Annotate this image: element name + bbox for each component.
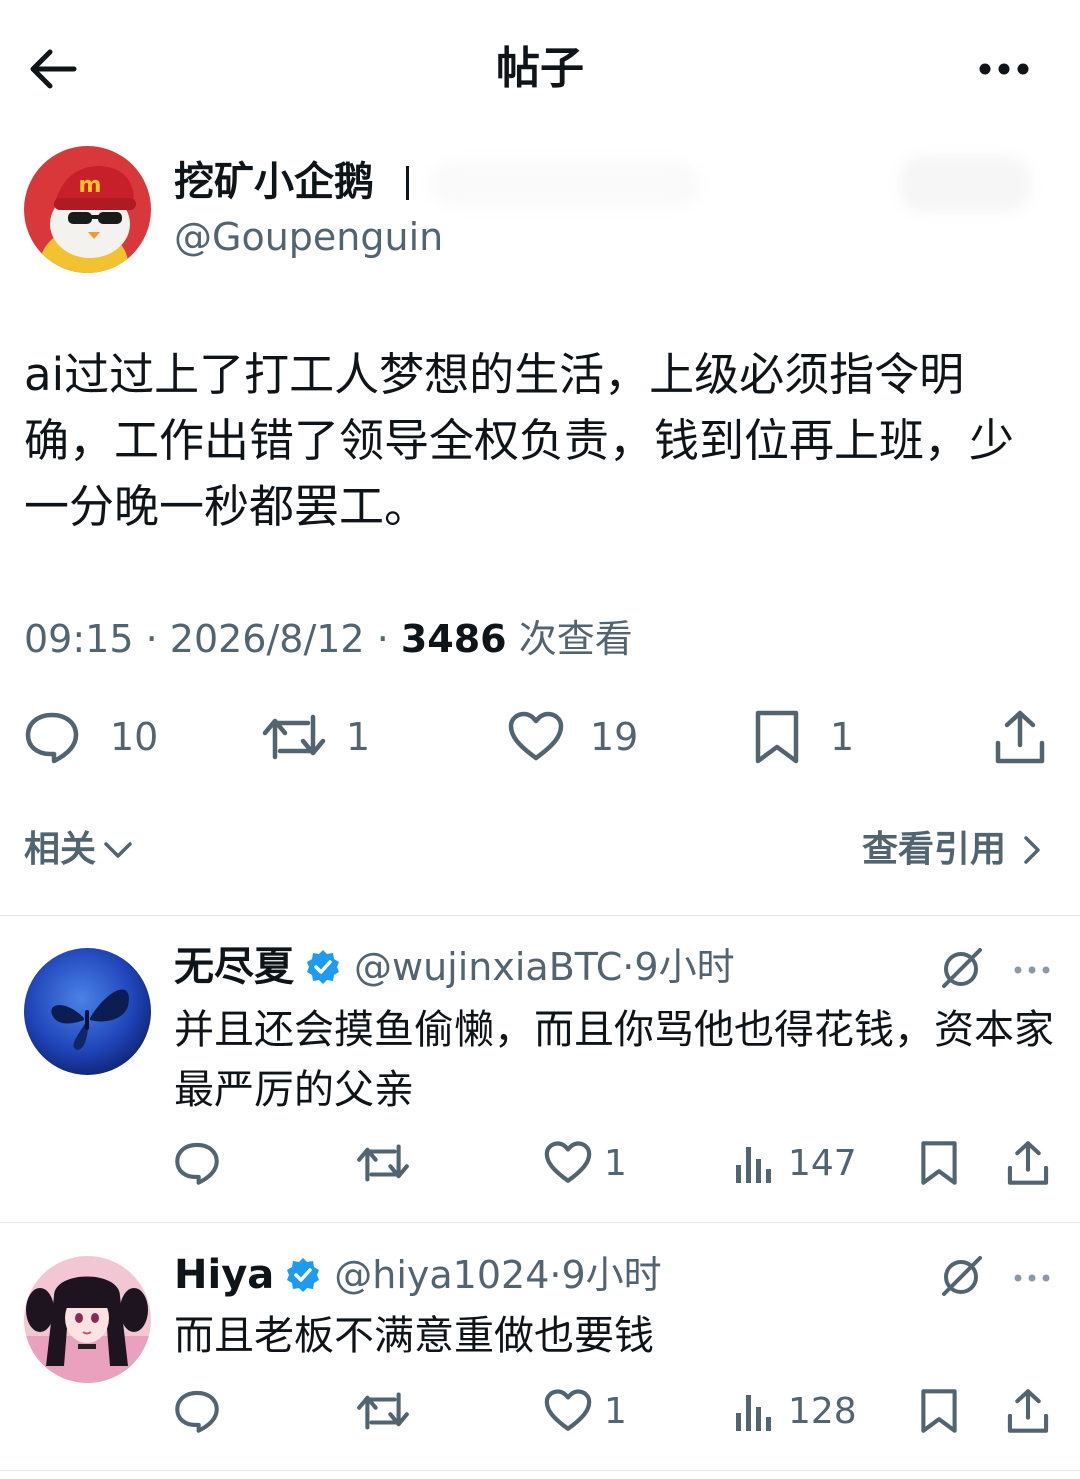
heart-icon bbox=[544, 1389, 592, 1431]
views-count[interactable]: 3486 bbox=[401, 617, 507, 661]
heart-icon bbox=[544, 1141, 592, 1183]
reply-views-count: 147 bbox=[788, 1142, 857, 1184]
more-options-icon[interactable] bbox=[976, 52, 1032, 86]
svg-text:m: m bbox=[79, 173, 102, 198]
view-quotes-link[interactable]: 查看引用 bbox=[862, 826, 1044, 874]
bookmark-icon bbox=[755, 710, 799, 764]
bookmark-count: 1 bbox=[830, 715, 855, 759]
page-title: 帖子 bbox=[496, 43, 584, 94]
post-text: ai过过上了打工人梦想的生活，上级必须指令明确，工作出错了领导全权负责，钱到位再… bbox=[24, 348, 1015, 533]
reply-like-button[interactable]: 1 bbox=[544, 1384, 627, 1438]
meta-separator: · bbox=[364, 617, 401, 661]
reply-more-icon[interactable] bbox=[1012, 1270, 1052, 1284]
reply-button[interactable]: 10 bbox=[24, 706, 158, 768]
reply-header: 无尽夏 @wujinxiaBTC · 9小时 bbox=[174, 942, 735, 992]
reply-text: 而且老板不满意重做也要钱 bbox=[174, 1313, 654, 1359]
reply-more-icon[interactable] bbox=[1012, 962, 1052, 976]
reply-reply-button[interactable] bbox=[174, 1136, 220, 1190]
chevron-down-icon bbox=[104, 842, 132, 858]
repost-icon bbox=[262, 714, 326, 760]
reply-share-button[interactable] bbox=[1006, 1384, 1050, 1438]
share-icon bbox=[995, 710, 1045, 764]
repost-button[interactable]: 1 bbox=[262, 706, 370, 768]
post-meta: 09:15 · 2026/8/12 · 3486 次查看 bbox=[24, 614, 633, 664]
reply-bookmark-button[interactable] bbox=[918, 1136, 960, 1190]
bookmark-button[interactable]: 1 bbox=[752, 706, 854, 768]
reply-icon bbox=[175, 1142, 219, 1185]
meta-separator: · bbox=[622, 945, 635, 989]
reply-author-name[interactable]: 无尽夏 bbox=[174, 942, 294, 992]
reply-repost-button[interactable] bbox=[356, 1384, 410, 1438]
divider bbox=[0, 915, 1080, 916]
reply-repost-button[interactable] bbox=[356, 1136, 410, 1190]
verified-badge-icon bbox=[287, 1258, 320, 1292]
like-button[interactable]: 19 bbox=[508, 706, 638, 768]
reply-time: 9小时 bbox=[634, 945, 735, 989]
share-button[interactable] bbox=[994, 706, 1046, 768]
reply-views-count: 128 bbox=[788, 1390, 857, 1432]
post-time: 09:15 bbox=[24, 617, 134, 661]
reply-count: 10 bbox=[110, 715, 159, 759]
divider bbox=[0, 1222, 1080, 1223]
verified-badge-icon bbox=[307, 950, 339, 984]
related-label: 相关 bbox=[24, 829, 97, 870]
views-chart-icon bbox=[736, 1147, 771, 1183]
quotes-label: 查看引用 bbox=[861, 829, 1006, 870]
reply-icon bbox=[25, 712, 79, 764]
views-chart-icon bbox=[736, 1395, 771, 1431]
author-name[interactable]: 挖矿小企鹅 bbox=[174, 156, 374, 208]
bookmark-icon bbox=[921, 1389, 957, 1433]
bookmark-icon bbox=[921, 1141, 957, 1185]
reply-icon bbox=[175, 1390, 219, 1433]
share-icon bbox=[1007, 1141, 1049, 1185]
views-label: 次查看 bbox=[506, 617, 633, 661]
grok-icon[interactable] bbox=[940, 946, 984, 990]
author-avatar[interactable]: m bbox=[24, 146, 151, 273]
like-count: 19 bbox=[590, 715, 639, 759]
reply-reply-button[interactable] bbox=[174, 1384, 220, 1438]
related-dropdown[interactable]: 相关 bbox=[24, 826, 134, 874]
reply-views-button[interactable]: 147 bbox=[734, 1136, 857, 1190]
repost-icon bbox=[357, 1144, 409, 1182]
reply-time: 9小时 bbox=[561, 1253, 662, 1297]
heart-icon bbox=[508, 711, 564, 761]
reply-like-count: 1 bbox=[604, 1142, 627, 1184]
reply-handle[interactable]: @wujinxiaBTC bbox=[354, 942, 622, 992]
meta-separator: · bbox=[549, 1253, 562, 1297]
reply-views-button[interactable]: 128 bbox=[734, 1384, 857, 1438]
meta-separator: · bbox=[133, 617, 170, 661]
grok-icon[interactable] bbox=[940, 1254, 984, 1298]
reply-handle[interactable]: @hiya1024 bbox=[334, 1250, 549, 1300]
reply-author-name[interactable]: Hiya bbox=[174, 1250, 274, 1300]
reply-bookmark-button[interactable] bbox=[918, 1384, 960, 1438]
divider bbox=[0, 1470, 1080, 1471]
repost-icon bbox=[357, 1392, 409, 1430]
reply-like-button[interactable]: 1 bbox=[544, 1136, 627, 1190]
chevron-right-icon bbox=[1024, 836, 1040, 864]
reply-share-button[interactable] bbox=[1006, 1136, 1050, 1190]
author-handle[interactable]: @Goupenguin bbox=[174, 212, 443, 262]
blurred-region bbox=[430, 162, 700, 206]
reply-text: 并且还会摸鱼偷懒，而且你骂他也得花钱，资本家最严厉的父亲 bbox=[174, 1007, 1054, 1113]
reply-header: Hiya @hiya1024 · 9小时 bbox=[174, 1250, 662, 1300]
repost-count: 1 bbox=[346, 715, 371, 759]
reply-avatar[interactable] bbox=[24, 1256, 151, 1383]
blurred-region bbox=[900, 156, 1030, 212]
name-divider bbox=[406, 166, 409, 200]
post-date: 2026/8/12 bbox=[169, 617, 365, 661]
reply-like-count: 1 bbox=[604, 1390, 627, 1432]
share-icon bbox=[1007, 1389, 1049, 1433]
reply-avatar[interactable] bbox=[24, 948, 151, 1075]
